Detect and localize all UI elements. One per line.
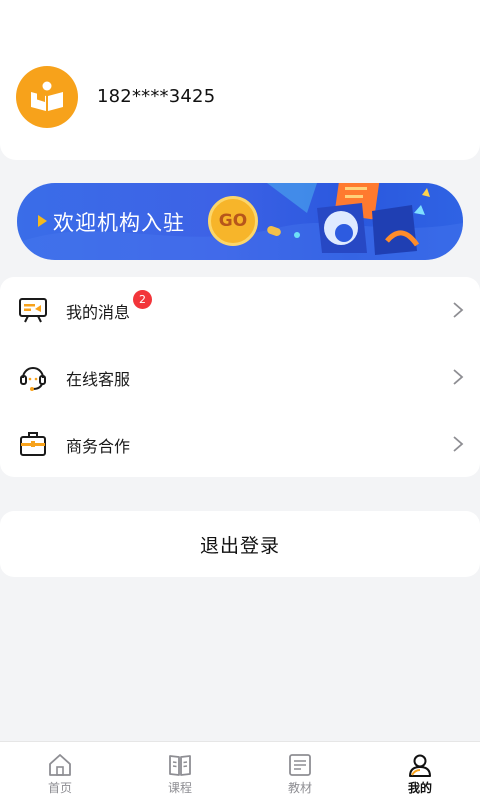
- message-board-icon: [19, 298, 47, 323]
- menu-item-messages[interactable]: 我的消息 2: [0, 277, 480, 343]
- menu-list: 我的消息 2 在线客服 商务合作: [0, 277, 480, 477]
- user-phone: 182****3425: [97, 86, 216, 107]
- tab-label: 首页: [47, 781, 72, 795]
- menu-item-label: 商务合作: [66, 437, 131, 456]
- bottom-tab-bar: 首页 课程 教材 我的: [0, 741, 480, 800]
- profile-card[interactable]: 182****3425: [0, 0, 480, 160]
- tab-label: 教材: [287, 781, 312, 795]
- join-banner[interactable]: 欢迎机构入驻 GO: [17, 183, 463, 260]
- open-book-icon: [169, 755, 191, 776]
- menu-item-customer-service[interactable]: 在线客服: [0, 344, 480, 410]
- go-button[interactable]: GO: [208, 196, 258, 246]
- avatar[interactable]: [16, 66, 78, 128]
- chevron-right-icon: [453, 302, 464, 318]
- menu-item-label: 我的消息: [66, 303, 131, 322]
- user-icon: [409, 754, 431, 777]
- home-icon: [49, 754, 71, 776]
- headset-icon: [20, 367, 46, 391]
- tab-label: 课程: [167, 781, 192, 795]
- menu-item-label: 在线客服: [66, 370, 131, 389]
- chevron-right-icon: [453, 369, 464, 385]
- tab-label: 我的: [407, 781, 432, 795]
- unread-badge: 2: [133, 290, 152, 309]
- menu-item-business[interactable]: 商务合作: [0, 411, 480, 477]
- tab-mine[interactable]: 我的: [360, 742, 480, 800]
- tab-textbooks[interactable]: 教材: [240, 742, 360, 800]
- banner-text: 欢迎机构入驻: [53, 211, 185, 235]
- tab-courses[interactable]: 课程: [120, 742, 240, 800]
- briefcase-icon: [20, 432, 46, 456]
- chevron-right-icon: [453, 436, 464, 452]
- logout-button[interactable]: 退出登录: [0, 511, 480, 577]
- book-reader-icon: [31, 81, 63, 111]
- tab-home[interactable]: 首页: [0, 742, 120, 800]
- logout-label: 退出登录: [199, 534, 280, 557]
- textbook-icon: [289, 754, 311, 776]
- banner-arrow-icon: [38, 215, 47, 227]
